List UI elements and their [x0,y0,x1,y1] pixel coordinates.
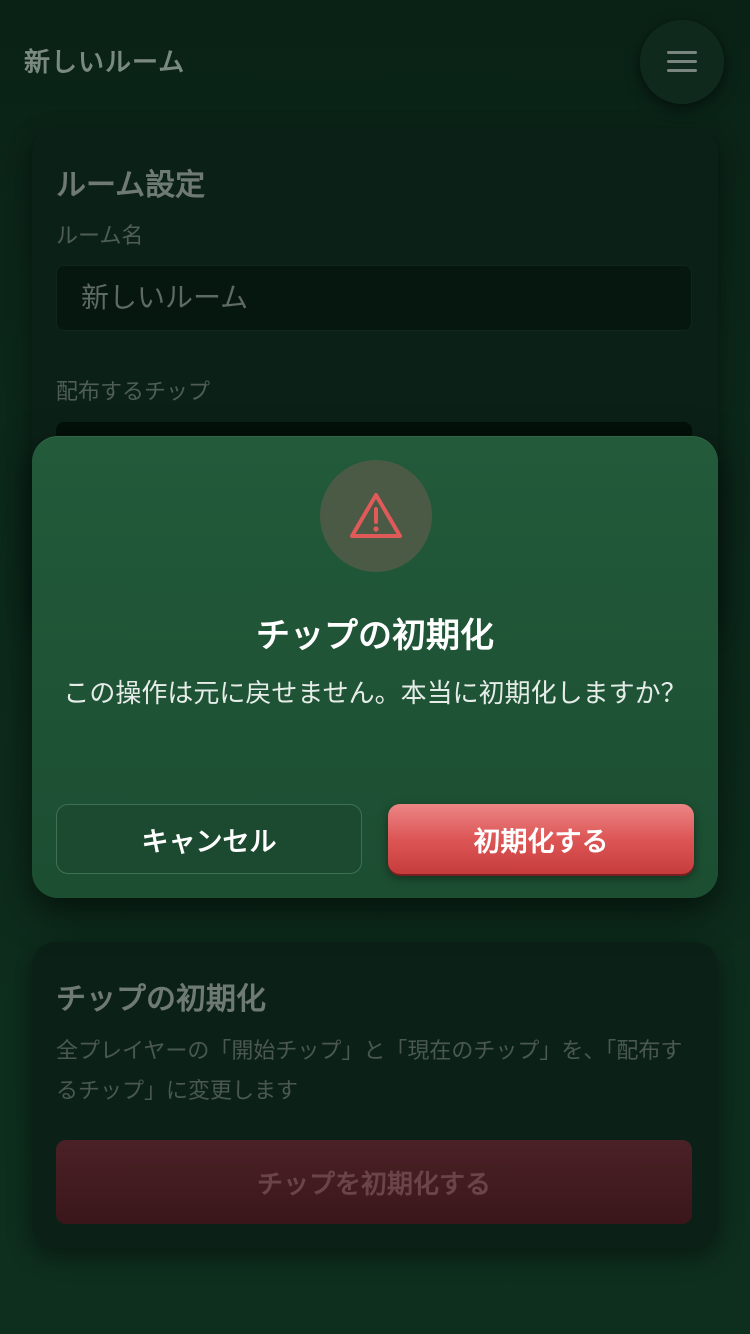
room-settings-title: ルーム設定 [56,168,206,203]
chip-reset-title: チップの初期化 [56,982,266,1017]
page-title: 新しいルーム [24,48,186,78]
chip-reset-description: 全プレイヤーの「開始チップ」と「現在のチップ」を、「配布するチップ」に変更します [56,1039,683,1104]
chip-reset-card: チップの初期化 全プレイヤーの「開始チップ」と「現在のチップ」を、「配布するチッ… [32,942,718,1248]
cancel-button[interactable]: キャンセル [56,804,362,874]
room-name-input[interactable]: 新しいルーム [56,265,692,331]
menu-button[interactable] [640,20,724,104]
page: 新しいルーム ルーム設定 ルーム名 新しいルーム 配布するチップ チップの初期化… [0,0,750,1334]
hamburger-menu-icon [667,51,697,73]
confirm-reset-button[interactable]: 初期化する [388,804,694,874]
chips-label: 配布するチップ [56,380,211,405]
confirm-dialog: チップの初期化 この操作は元に戻せません。本当に初期化しますか？ キャンセル 初… [32,436,718,898]
dialog-title: チップの初期化 [256,616,494,656]
dialog-message: この操作は元に戻せません。本当に初期化しますか？ [63,679,687,709]
room-name-label: ルーム名 [56,224,144,249]
warning-triangle-icon [350,493,402,538]
warning-badge [320,460,432,572]
reset-chips-button[interactable]: チップを初期化する [56,1140,692,1224]
